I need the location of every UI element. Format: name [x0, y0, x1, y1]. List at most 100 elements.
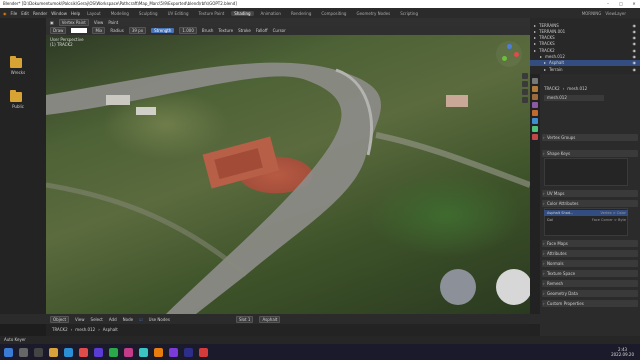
material-tab-icon[interactable] [532, 134, 538, 140]
render-tab-icon[interactable] [532, 86, 538, 92]
menu-help[interactable]: Help [71, 11, 80, 16]
panel-header[interactable]: Custom Properties [542, 300, 638, 307]
color-attribute-item[interactable]: Asphalt Shad... Vertex > Color [544, 210, 628, 216]
menu-render[interactable]: Render [33, 11, 47, 16]
shape-keys-list[interactable] [544, 158, 628, 186]
tab-sculpting[interactable]: Sculpting [136, 11, 161, 16]
panel-header[interactable]: UV Maps [542, 190, 638, 197]
modifier-tab-icon[interactable] [532, 118, 538, 124]
stroke-menu[interactable]: Stroke [238, 28, 251, 33]
panel-header[interactable]: Geometry Data [542, 290, 638, 297]
mode-selector[interactable]: Vertex Paint [58, 18, 89, 26]
3d-viewport[interactable]: User Perspective (1) TRACK2 [46, 35, 530, 314]
app-icon[interactable] [184, 347, 193, 357]
use-nodes-checkbox[interactable]: ☑ [139, 317, 143, 322]
task-view-icon[interactable] [34, 347, 43, 357]
tab-shading[interactable]: Shading [231, 10, 254, 16]
visibility-eye-icon[interactable]: ◉ [633, 23, 637, 28]
tab-rendering[interactable]: Rendering [288, 11, 314, 16]
folder-label[interactable]: Public [6, 104, 30, 109]
blender-taskbar-icon[interactable] [154, 347, 163, 357]
app-icon[interactable] [94, 347, 103, 357]
tab-uv-editing[interactable]: UV Editing [165, 11, 192, 16]
close-icon[interactable]: ✕ [628, 0, 640, 8]
app-icon[interactable] [199, 347, 208, 357]
zoom-icon[interactable] [522, 73, 528, 79]
blender-logo-icon[interactable]: ◉ [3, 11, 7, 16]
app-icon[interactable] [79, 347, 88, 357]
color-swatch[interactable] [71, 28, 88, 33]
menu-select[interactable]: Select [91, 317, 103, 322]
scene-tab-icon[interactable] [532, 102, 538, 108]
x-axis-icon[interactable] [514, 52, 519, 57]
falloff-menu[interactable]: Falloff [256, 28, 268, 33]
view-layer-selector[interactable]: ViewLayer [605, 11, 626, 16]
menu-view[interactable]: View [75, 317, 85, 322]
tab-layout[interactable]: Layout [84, 11, 104, 16]
tab-scripting[interactable]: Scripting [397, 11, 421, 16]
edge-icon[interactable] [64, 347, 73, 357]
tool-tab-icon[interactable] [532, 78, 538, 84]
menu-node[interactable]: Node [123, 317, 133, 322]
collection-icon[interactable]: ▸ [540, 54, 542, 59]
visibility-eye-icon[interactable]: ◉ [633, 67, 637, 72]
panel-header[interactable]: Normals [542, 260, 638, 267]
tab-compositing[interactable]: Compositing [318, 11, 349, 16]
camera-icon[interactable] [522, 89, 528, 95]
node-editor-area[interactable]: TRACK2 › mesh.012 › Asphalt [46, 324, 530, 336]
outliner-row[interactable]: ▸ TRACK2 ◉ [530, 47, 640, 53]
scene-selector[interactable]: MORNING [582, 11, 602, 16]
navigation-gizmo[interactable] [496, 41, 522, 67]
menu-view[interactable]: View [94, 20, 104, 25]
collection-icon[interactable]: ▸ [544, 60, 546, 65]
search-icon[interactable] [19, 347, 28, 357]
file-explorer-icon[interactable] [49, 347, 58, 357]
app-icon[interactable] [109, 347, 118, 357]
mesh-data-tab-icon[interactable] [532, 126, 538, 132]
strength-field[interactable]: 1.000 [179, 27, 197, 34]
menu-paint[interactable]: Paint [108, 20, 118, 25]
object-mode-selector[interactable]: Object [50, 315, 70, 323]
y-axis-icon[interactable] [502, 56, 507, 61]
outliner-row[interactable]: ▸ TRACKS ◉ [530, 35, 640, 41]
tab-texture-paint[interactable]: Texture Paint [195, 11, 227, 16]
texture-menu[interactable]: Texture [218, 28, 233, 33]
brush-selector[interactable]: Draw [50, 27, 67, 34]
clock[interactable]: 2:43 2022.09.20 [611, 347, 634, 357]
cursor-menu[interactable]: Cursor [273, 28, 286, 33]
panel-header[interactable]: Texture Space [542, 270, 638, 277]
outliner-row[interactable]: ▸ TERRAIN.001 ◉ [530, 28, 640, 34]
visibility-eye-icon[interactable]: ◉ [633, 54, 637, 59]
panel-header[interactable]: Remesh [542, 280, 638, 287]
maximize-icon[interactable]: □ [615, 0, 627, 8]
outliner-row[interactable]: ▸ TERRAINS ◉ [530, 22, 640, 28]
panel-header[interactable]: Shape Keys [542, 150, 638, 157]
visibility-eye-icon[interactable]: ◉ [633, 29, 637, 34]
visibility-eye-icon[interactable]: ◉ [633, 35, 637, 40]
menu-window[interactable]: Window [51, 11, 67, 16]
panel-header[interactable]: Face Maps [542, 240, 638, 247]
folder-icon[interactable] [10, 56, 22, 68]
grid-icon[interactable] [522, 97, 528, 103]
panel-header[interactable]: Attributes [542, 250, 638, 257]
slot-selector[interactable]: Slot 1 [235, 315, 254, 323]
menu-file[interactable]: File [11, 11, 18, 16]
app-icon[interactable] [139, 347, 148, 357]
panel-header[interactable]: Color Attributes [542, 200, 638, 207]
blend-mode-selector[interactable]: Mix [92, 27, 106, 34]
minimize-icon[interactable]: – [602, 0, 614, 8]
app-icon[interactable] [169, 347, 178, 357]
app-icon[interactable] [124, 347, 133, 357]
z-axis-icon[interactable] [507, 44, 512, 49]
collection-icon[interactable]: ▸ [534, 29, 536, 34]
collection-icon[interactable]: ▸ [544, 67, 546, 72]
folder-label[interactable]: Wrecks [6, 70, 30, 75]
collection-icon[interactable]: ▸ [534, 35, 536, 40]
visibility-eye-icon[interactable]: ◉ [633, 60, 637, 65]
visibility-eye-icon[interactable]: ◉ [633, 48, 637, 53]
outliner-row[interactable]: ▸ mesh.012 ◉ [530, 54, 640, 60]
visibility-eye-icon[interactable]: ◉ [633, 41, 637, 46]
hand-icon[interactable] [522, 81, 528, 87]
collection-icon[interactable]: ▸ [534, 41, 536, 46]
folder-icon[interactable] [10, 90, 22, 102]
